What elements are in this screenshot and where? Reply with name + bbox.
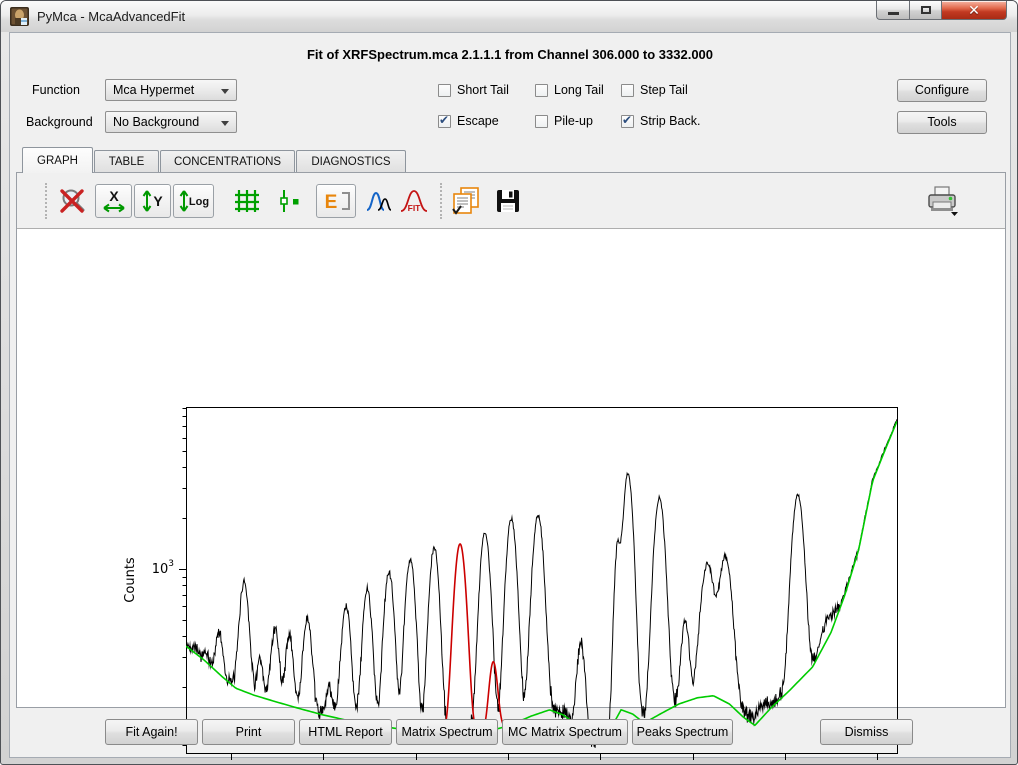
background-label: Background <box>26 111 93 133</box>
svg-text:Y: Y <box>153 193 163 209</box>
fit-header-title: Fit of XRFSpectrum.mca 2.1.1.1 from Chan… <box>10 47 1010 62</box>
grid-icon <box>232 187 262 215</box>
configure-button[interactable]: Configure <box>897 79 987 102</box>
x-autoscale-button[interactable]: X <box>95 184 132 218</box>
checkbox-box <box>438 84 451 97</box>
checkbox-box <box>438 115 451 128</box>
spectrum-canvas[interactable] <box>39 373 1007 765</box>
energy-axis-button[interactable]: E <box>316 184 356 218</box>
close-icon: ✕ <box>968 3 980 17</box>
fit-icon: FIT <box>399 187 429 215</box>
svg-text:X: X <box>109 188 119 204</box>
checkbox-step-tail[interactable]: Step Tail <box>621 79 721 101</box>
maximize-button[interactable] <box>909 1 942 20</box>
save-button[interactable] <box>492 185 524 217</box>
toolbar-drag-handle[interactable] <box>45 183 47 219</box>
svg-text:FIT: FIT <box>408 203 422 213</box>
checkbox-pile-up[interactable]: Pile-up <box>535 110 621 132</box>
fit-display-icon <box>365 188 393 214</box>
log-scale-icon: Log <box>177 188 211 214</box>
log-scale-button[interactable]: Log <box>173 184 214 218</box>
fit-display-button[interactable] <box>364 185 394 217</box>
minimize-button[interactable] <box>876 1 909 20</box>
dialog-body: Fit of XRFSpectrum.mca 2.1.1.1 from Chan… <box>9 32 1011 758</box>
checkbox-box <box>535 84 548 97</box>
fit-button[interactable]: FIT <box>398 185 430 217</box>
pymca-window: PyMca - McaAdvancedFit ✕ Fit of XRFSpect… <box>0 0 1018 765</box>
graph-tab-panel: X Y Log <box>16 172 1006 708</box>
footer-button-row: Fit Again! Print HTML Report Matrix Spec… <box>10 719 1010 745</box>
save-icon <box>494 187 522 215</box>
dismiss-button[interactable]: Dismiss <box>820 719 913 745</box>
pymca-app-icon <box>10 7 29 26</box>
checkbox-strip-back[interactable]: Strip Back. <box>621 110 721 132</box>
fit-again-button[interactable]: Fit Again! <box>105 719 198 745</box>
zoom-reset-icon <box>59 187 87 215</box>
svg-text:E: E <box>325 192 338 213</box>
checkbox-escape[interactable]: Escape <box>438 110 535 132</box>
copy-button[interactable] <box>448 184 484 218</box>
print-icon <box>924 185 960 217</box>
grid-toggle-button[interactable] <box>230 185 264 217</box>
tools-button[interactable]: Tools <box>897 111 987 134</box>
checkbox-short-tail[interactable]: Short Tail <box>438 79 535 101</box>
checkbox-box <box>621 84 634 97</box>
markers-icon <box>274 187 304 215</box>
chevron-down-icon <box>221 121 229 126</box>
plot-area <box>39 373 1007 765</box>
maximize-icon <box>921 6 931 14</box>
window-title: PyMca - McaAdvancedFit <box>37 9 185 24</box>
peaks-spectrum-button[interactable]: Peaks Spectrum <box>632 719 733 745</box>
function-select[interactable]: Mca Hypermet <box>105 79 237 101</box>
tab-concentrations[interactable]: CONCENTRATIONS <box>160 150 295 172</box>
plot-toolbar: X Y Log <box>17 173 1005 229</box>
function-value: Mca Hypermet <box>113 83 194 97</box>
matrix-spectrum-button[interactable]: Matrix Spectrum <box>396 719 498 745</box>
x-autoscale-icon: X <box>100 188 128 214</box>
y-autoscale-icon: Y <box>139 188 167 214</box>
window-titlebar[interactable]: PyMca - McaAdvancedFit ✕ <box>1 1 1017 32</box>
copy-icon <box>450 186 482 216</box>
markers-toggle-button[interactable] <box>272 185 306 217</box>
background-value: No Background <box>113 115 199 129</box>
tab-diagnostics[interactable]: DIAGNOSTICS <box>296 150 406 172</box>
chevron-down-icon <box>221 89 229 94</box>
function-label: Function <box>32 79 80 101</box>
fit-option-checkboxes: Short Tail Long Tail Step Tail Escape Pi… <box>438 79 721 132</box>
close-button[interactable]: ✕ <box>942 1 1007 20</box>
print-report-button[interactable]: Print <box>202 719 295 745</box>
checkbox-long-tail[interactable]: Long Tail <box>535 79 621 101</box>
background-select[interactable]: No Background <box>105 111 237 133</box>
print-button[interactable] <box>923 184 961 218</box>
mc-matrix-spectrum-button[interactable]: MC Matrix Spectrum <box>502 719 628 745</box>
checkbox-box <box>535 115 548 128</box>
toolbar-drag-handle[interactable] <box>440 183 442 219</box>
minimize-icon <box>888 12 899 15</box>
html-report-button[interactable]: HTML Report <box>299 719 392 745</box>
svg-text:Log: Log <box>188 196 208 208</box>
checkbox-box <box>621 115 634 128</box>
tab-table[interactable]: TABLE <box>94 150 159 172</box>
y-autoscale-button[interactable]: Y <box>134 184 171 218</box>
energy-axis-icon: E <box>320 188 352 214</box>
zoom-reset-button[interactable] <box>57 185 89 217</box>
tab-graph[interactable]: GRAPH <box>22 147 93 173</box>
